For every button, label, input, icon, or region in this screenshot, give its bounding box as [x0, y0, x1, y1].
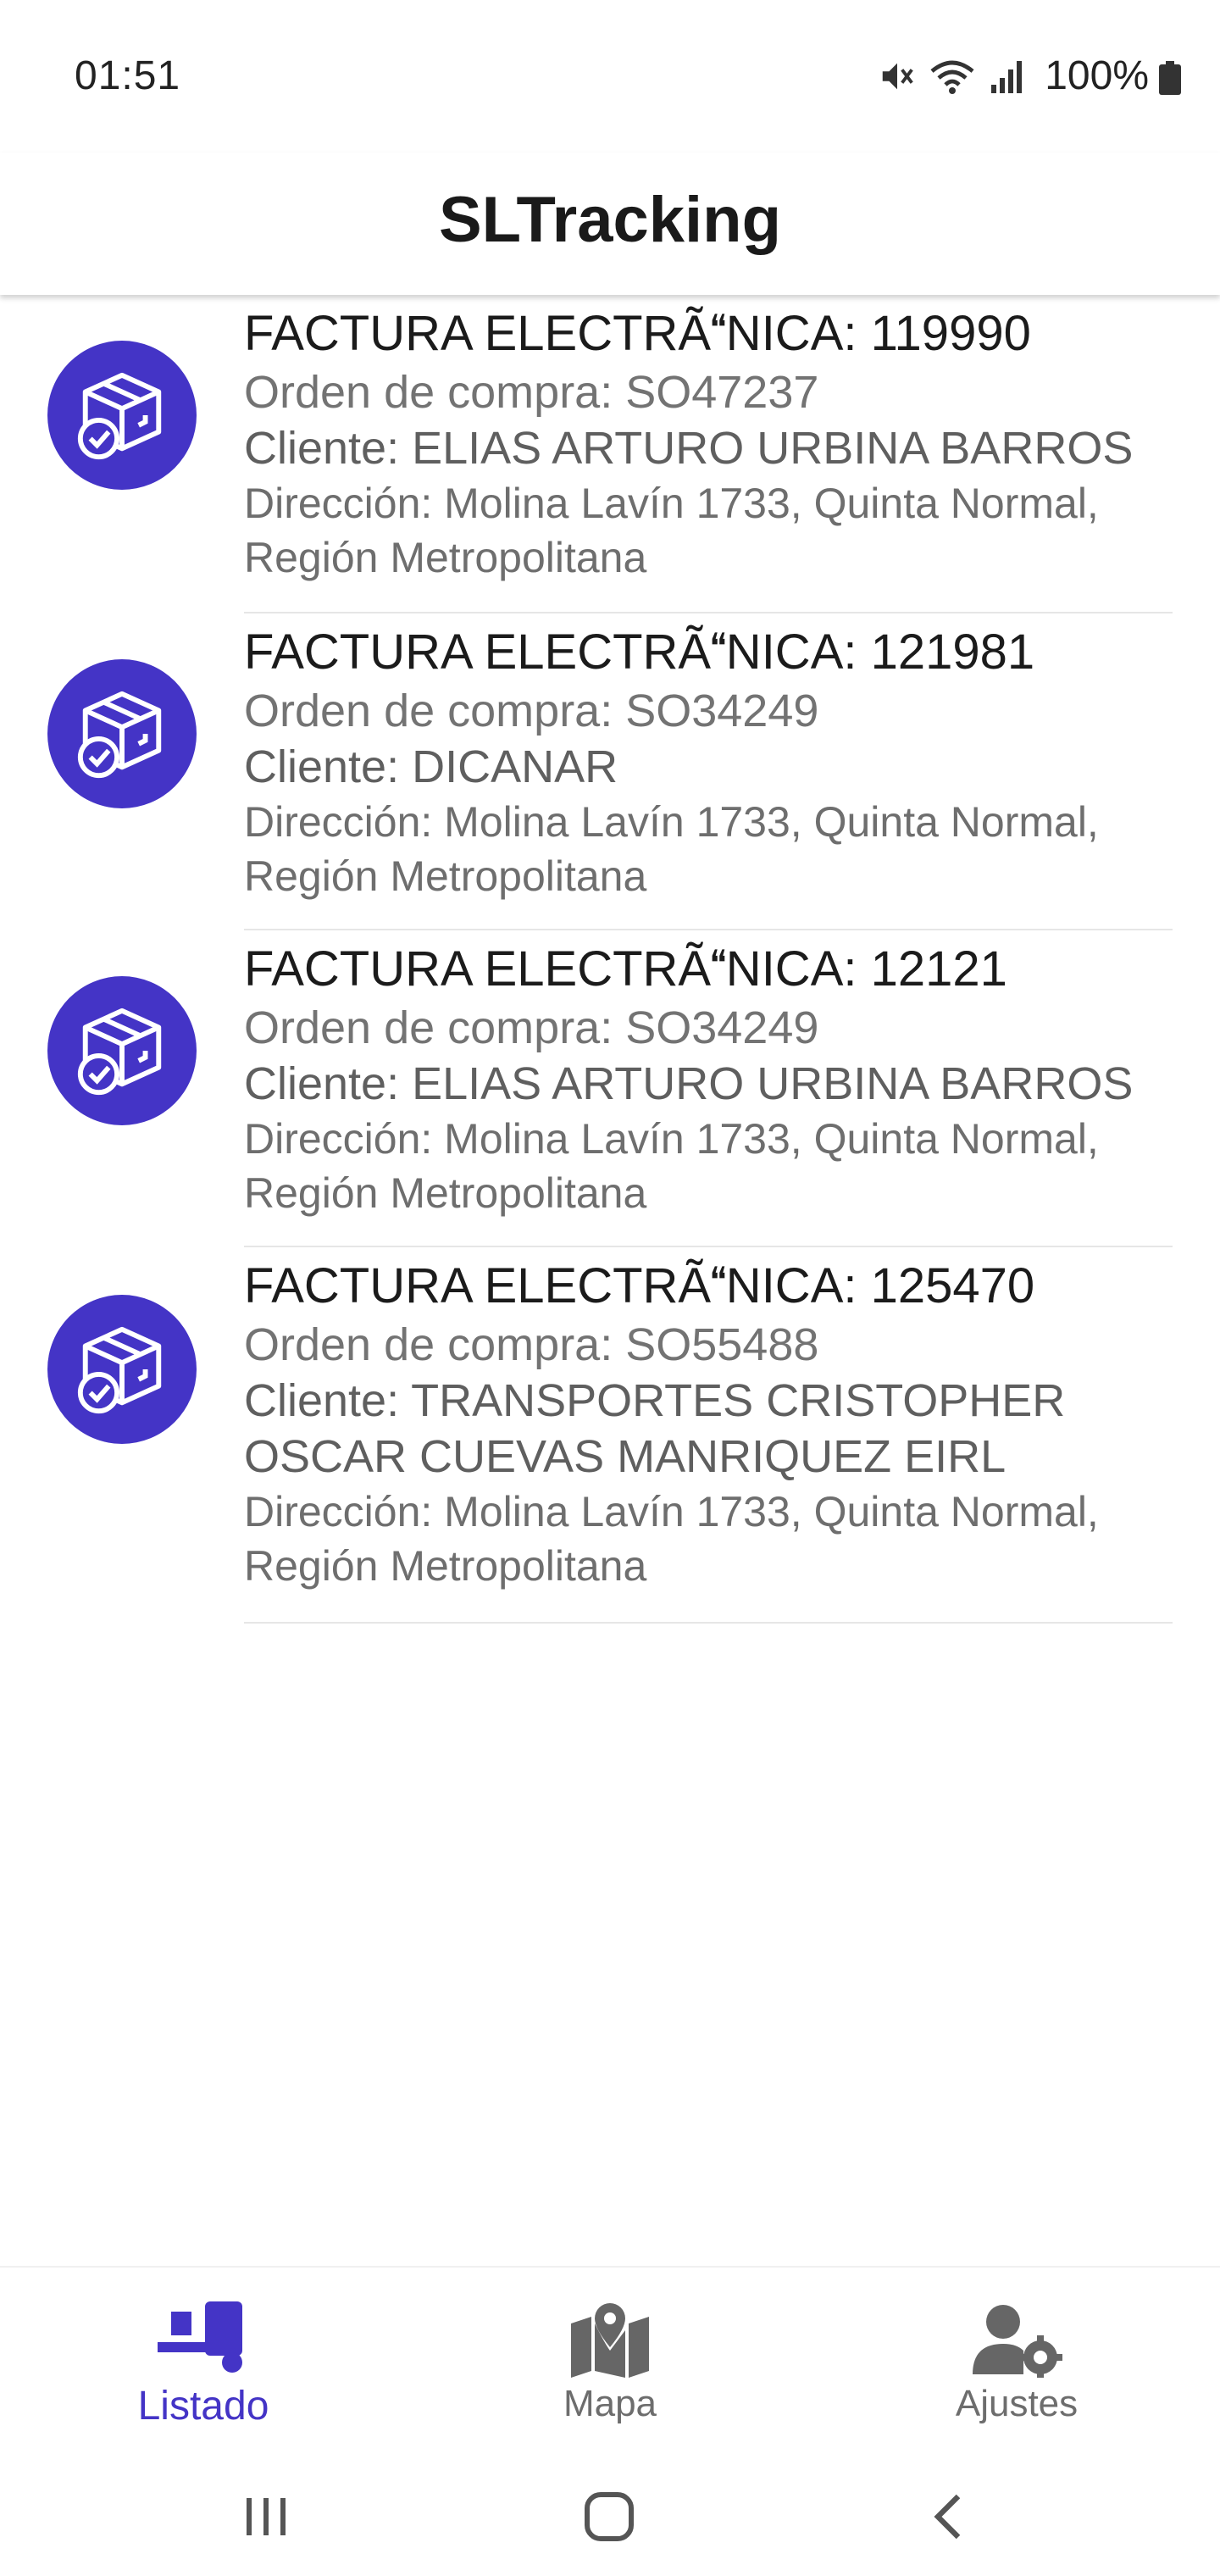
battery-icon	[1159, 61, 1181, 95]
mute-icon	[882, 63, 913, 90]
battery-percent: 100%	[1045, 53, 1149, 98]
item-details: FACTURA ELECTRÃNICA: 12121 Orden de com…	[244, 930, 1173, 1247]
list-item[interactable]: FACTURA ELECTRÃNICA: 119990 Orden de co…	[0, 295, 1220, 613]
client-name: Cliente: DICANAR	[244, 741, 618, 792]
map-marker-icon	[559, 2293, 661, 2378]
item-details: FACTURA ELECTRÃNICA: 121981 Orden de co…	[244, 613, 1173, 930]
invoice-title: FACTURA ELECTRÃNICA: 125470	[244, 1258, 1035, 1313]
system-nav-bar	[0, 2452, 1220, 2576]
nav-mapa[interactable]: Mapa	[483, 2293, 737, 2437]
order-number: Orden de compra: SO34249	[244, 686, 819, 736]
list-item[interactable]: FACTURA ELECTRÃNICA: 12121 Orden de com…	[0, 930, 1220, 1247]
nav-label: Ajustes	[955, 2383, 1079, 2424]
nav-label: Mapa	[563, 2383, 657, 2424]
client-name: Cliente: TRANSPORTES CRISTOPHER OSCAR CU…	[244, 1375, 1066, 1482]
package-check-icon	[47, 976, 197, 1125]
address: Dirección: Molina Lavín 1733, Quinta Nor…	[244, 480, 1099, 581]
wifi-icon	[930, 60, 974, 94]
order-number: Orden de compra: SO47237	[244, 367, 819, 418]
address: Dirección: Molina Lavín 1733, Quinta Nor…	[244, 1115, 1099, 1217]
client-name: Cliente: ELIAS ARTURO URBINA BARROS	[244, 1058, 1134, 1109]
invoice-list: FACTURA ELECTRÃNICA: 119990 Orden de co…	[0, 295, 1220, 1624]
status-icons	[878, 53, 1025, 100]
dolly-icon	[152, 2293, 254, 2378]
item-details: FACTURA ELECTRÃNICA: 125470 Orden de co…	[244, 1247, 1173, 1624]
bottom-nav: Listado Mapa Ajustes	[0, 2266, 1220, 2452]
list-item[interactable]: FACTURA ELECTRÃNICA: 121981 Orden de co…	[0, 613, 1220, 930]
user-settings-icon	[966, 2293, 1068, 2378]
status-bar: 01:51 100%	[0, 0, 1220, 153]
package-check-icon	[47, 341, 197, 490]
client-name: Cliente: ELIAS ARTURO URBINA BARROS	[244, 423, 1134, 474]
nav-label: Listado	[137, 2384, 269, 2429]
recents-icon[interactable]	[229, 2483, 305, 2551]
invoice-title: FACTURA ELECTRÃNICA: 121981	[244, 625, 1035, 680]
package-check-icon	[47, 1295, 197, 1444]
back-icon[interactable]	[910, 2483, 986, 2551]
app-header: SLTracking	[0, 153, 1220, 295]
item-details: FACTURA ELECTRÃNICA: 119990 Orden de co…	[244, 295, 1173, 613]
nav-ajustes[interactable]: Ajustes	[890, 2293, 1144, 2437]
list-item[interactable]: FACTURA ELECTRÃNICA: 125470 Orden de co…	[0, 1247, 1220, 1624]
nav-listado[interactable]: Listado	[76, 2293, 330, 2437]
home-icon[interactable]	[571, 2483, 647, 2551]
address: Dirección: Molina Lavín 1733, Quinta Nor…	[244, 798, 1099, 900]
page-title: SLTracking	[438, 183, 782, 256]
package-check-icon	[47, 659, 197, 808]
invoice-title: FACTURA ELECTRÃNICA: 12121	[244, 941, 1007, 997]
status-time: 01:51	[75, 53, 181, 98]
address: Dirección: Molina Lavín 1733, Quinta Nor…	[244, 1488, 1099, 1590]
order-number: Orden de compra: SO34249	[244, 1002, 819, 1053]
order-number: Orden de compra: SO55488	[244, 1319, 819, 1370]
invoice-title: FACTURA ELECTRÃNICA: 119990	[244, 306, 1031, 361]
signal-icon	[991, 61, 1022, 93]
